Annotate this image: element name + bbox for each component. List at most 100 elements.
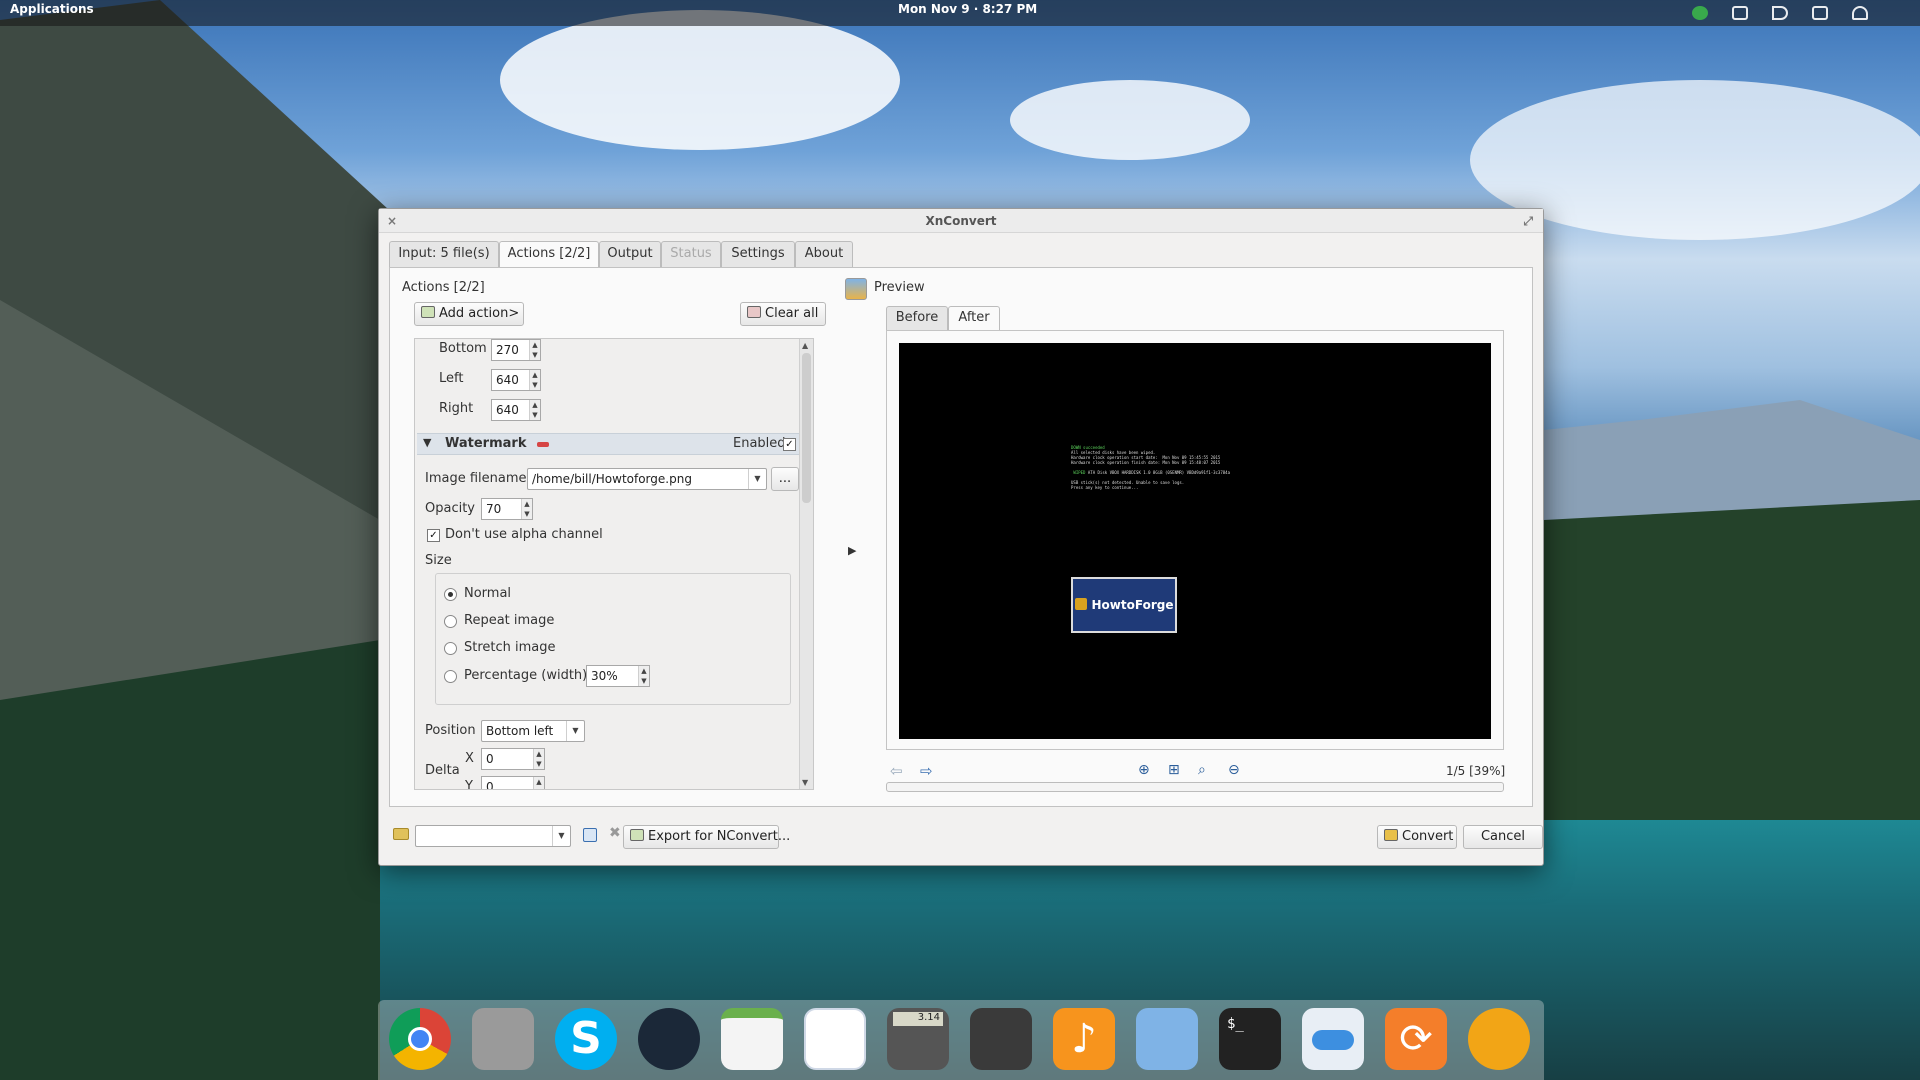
chrome-icon[interactable] [389, 1008, 451, 1070]
percentage-input[interactable]: 30% ▲ ▼ [586, 665, 650, 687]
notifications-icon[interactable] [1852, 6, 1868, 20]
browse-button[interactable]: ... [771, 467, 799, 491]
spin-arrows-icon[interactable]: ▲▼ [529, 340, 540, 360]
music-icon[interactable]: ♪ [1053, 1008, 1115, 1070]
cancel-button[interactable]: Cancel [1463, 825, 1543, 849]
settings-toggle-icon[interactable] [1302, 1008, 1364, 1070]
zoom-actual-icon[interactable]: ⌕ [1198, 762, 1214, 778]
size-repeat-radio[interactable] [444, 615, 457, 628]
delta-y-input[interactable]: 0 ▲▼ [481, 776, 545, 789]
chevron-down-icon[interactable]: ▼ [566, 721, 584, 741]
crop-bottom-value: 270 [496, 343, 519, 357]
network-wired-icon[interactable] [1812, 6, 1828, 20]
window-title: XnConvert [925, 214, 997, 228]
clear-all-button[interactable]: Clear all [740, 302, 826, 326]
spin-arrows-icon[interactable]: ▲▼ [533, 749, 544, 769]
clock[interactable]: Mon Nov 9 · 8:27 PM [898, 2, 1037, 16]
files-icon[interactable] [472, 1008, 534, 1070]
zoom-out-icon[interactable]: ⊖ [1228, 762, 1244, 778]
previous-arrow-icon[interactable]: ⇦ [890, 762, 906, 780]
tab-after[interactable]: After [948, 306, 1000, 331]
watermark-section-header[interactable]: ▼ Watermark Enabled ✓ [417, 433, 799, 455]
image-filename-value: /home/bill/Howtoforge.png [532, 472, 692, 486]
tab-input[interactable]: Input: 5 file(s) [389, 241, 499, 267]
calendar-tray-icon[interactable] [1732, 6, 1748, 20]
open-folder-icon[interactable] [393, 828, 409, 840]
photos-icon[interactable] [1136, 1008, 1198, 1070]
actions-scrollbar[interactable]: ▲ ▼ [799, 339, 813, 789]
dock [378, 1000, 1544, 1080]
size-stretch-radio[interactable] [444, 642, 457, 655]
calculator-icon[interactable]: 3.14 [887, 1008, 949, 1070]
tab-before[interactable]: Before [886, 306, 948, 330]
calculator-display: 3.14 [893, 1012, 943, 1026]
convert-button[interactable]: Convert [1377, 825, 1457, 849]
volume-icon[interactable] [1772, 6, 1788, 20]
spin-arrows-icon[interactable]: ▲▼ [529, 400, 540, 420]
maximize-icon[interactable]: ⤢ [1523, 209, 1533, 233]
crop-bottom-input[interactable]: 270 ▲ ▼ [491, 339, 541, 361]
spin-arrows-icon[interactable]: ▲▼ [529, 370, 540, 390]
next-arrow-icon[interactable]: ⇨ [920, 762, 936, 780]
remove-action-icon[interactable] [537, 442, 549, 447]
splitter-arrow-icon[interactable]: ▶ [848, 544, 856, 557]
update-icon[interactable]: ⟳ [1385, 1008, 1447, 1070]
spin-arrows-icon[interactable]: ▲▼ [533, 777, 544, 789]
crop-right-label: Right [439, 401, 474, 416]
tab-output[interactable]: Output [599, 241, 661, 267]
preset-select[interactable]: ▼ [415, 825, 571, 847]
save-preset-icon[interactable] [583, 828, 597, 842]
size-percentage-radio[interactable] [444, 670, 457, 683]
skype-icon[interactable]: S [555, 1008, 617, 1070]
chevron-down-icon[interactable]: ▼ [552, 826, 570, 846]
terminal-prompt: $_ [1227, 1016, 1244, 1032]
clear-all-label: Clear all [765, 306, 819, 321]
delta-x-value: 0 [486, 752, 494, 766]
terminal-icon[interactable]: $_ [1219, 1008, 1281, 1070]
opacity-input[interactable]: 70 ▲ ▼ [481, 498, 533, 520]
tab-actions[interactable]: Actions [2/2] [499, 241, 599, 268]
add-action-button[interactable]: Add action> [414, 302, 524, 326]
crop-left-value: 640 [496, 373, 519, 387]
fit-window-icon[interactable]: ⊞ [1168, 762, 1184, 778]
image-viewer-icon[interactable] [804, 1008, 866, 1070]
image-filename-field[interactable]: /home/bill/Howtoforge.png ▼ [527, 468, 767, 490]
steam-icon[interactable] [638, 1008, 700, 1070]
xnconvert-icon[interactable] [1468, 1008, 1530, 1070]
preview-icon [845, 278, 867, 300]
delete-preset-icon[interactable]: ✖ [609, 825, 621, 841]
crop-right-input[interactable]: 640 ▲ ▼ [491, 399, 541, 421]
alpha-checkbox[interactable]: ✓ [427, 529, 440, 542]
opacity-label: Opacity [425, 501, 476, 516]
tab-about[interactable]: About [795, 241, 853, 267]
collapse-triangle-icon[interactable]: ▼ [423, 436, 431, 449]
enabled-label: Enabled [733, 436, 786, 451]
spin-arrows-icon[interactable]: ▲▼ [521, 499, 532, 519]
delta-x-input[interactable]: 0 ▲ ▼ [481, 748, 545, 770]
terminal-line-5: ATA Disk VBOX HARDDISK 1.0 8GiB (0SENMR)… [1087, 470, 1230, 475]
scrollbar-thumb[interactable] [802, 353, 811, 503]
screenshot-icon[interactable] [970, 1008, 1032, 1070]
zoom-in-icon[interactable]: ⊕ [1138, 762, 1154, 778]
close-window-icon[interactable]: × [387, 209, 397, 233]
network-icon[interactable] [1692, 6, 1708, 20]
tab-settings[interactable]: Settings [721, 241, 795, 267]
export-nconvert-button[interactable]: Export for NConvert... [623, 825, 790, 849]
chevron-down-icon[interactable]: ▼ [748, 469, 766, 489]
export-icon [630, 829, 644, 841]
calendar-icon[interactable] [721, 1008, 783, 1070]
actions-list[interactable]: Bottom 270 ▲ ▼ Left 640 ▲ ▼ Right 640 ▲ ▼ ▼ Wa… [414, 338, 814, 790]
toggle-switch-icon [1312, 1030, 1354, 1050]
size-normal-radio[interactable] [444, 588, 457, 601]
enabled-checkbox[interactable]: ✓ [783, 438, 796, 451]
scroll-up-icon[interactable]: ▲ [802, 341, 808, 350]
crop-left-input[interactable]: 640 ▲ ▼ [491, 369, 541, 391]
watermark-logo: HowtoForge [1071, 577, 1177, 633]
scroll-down-icon[interactable]: ▼ [802, 778, 808, 787]
position-label: Position [425, 723, 476, 738]
spin-arrows-icon[interactable]: ▲▼ [638, 666, 649, 686]
position-select[interactable]: Bottom left ▼ [481, 720, 585, 742]
terminal-line-7: Press any key to continue... [1071, 485, 1139, 490]
delta-x-label: X [465, 751, 474, 766]
applications-menu[interactable]: Applications [10, 2, 94, 16]
